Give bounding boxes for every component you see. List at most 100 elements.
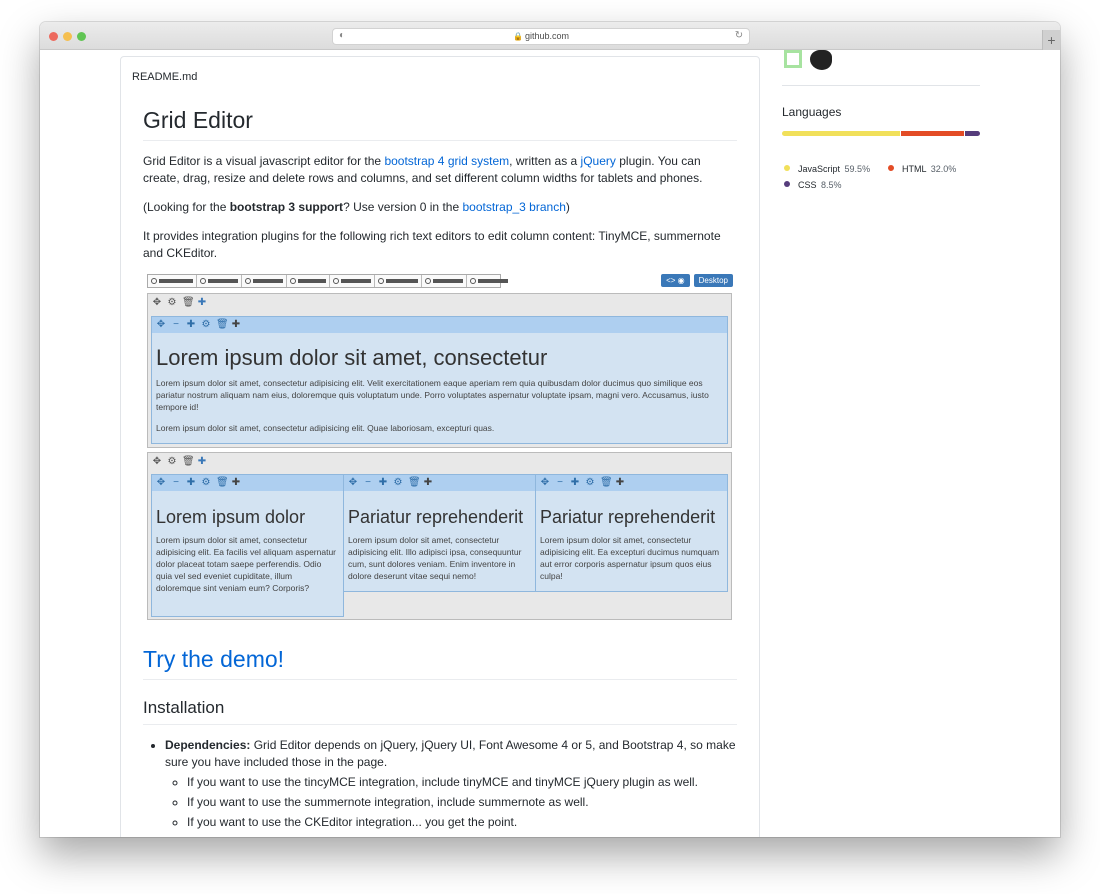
trash-icon[interactable]: 🗑 — [216, 477, 229, 489]
layout-button[interactable] — [330, 275, 375, 287]
grid-column: ✥ − ✚ ⚙ 🗑 ✚ Pariatur reprehenderit Lorem ipsu… — [535, 474, 728, 592]
plus-icon[interactable]: ✚ — [570, 477, 580, 489]
move-icon[interactable]: ✥ — [152, 297, 162, 309]
sub-list-item: If you want to use the CKEditor integrat… — [187, 814, 737, 831]
sub-list: If you want to use the tincyMCE integrat… — [165, 774, 737, 831]
address-text: 🔒 github.com — [333, 31, 749, 41]
minus-icon[interactable]: − — [171, 319, 181, 331]
desktop-button[interactable]: Desktop — [693, 274, 733, 287]
layout-button[interactable] — [148, 275, 197, 287]
layout-button[interactable] — [467, 275, 511, 287]
bootstrap3-branch-link[interactable]: bootstrap_3 branch — [462, 200, 565, 214]
grid-column: ✥ − ✚ ⚙ 🗑 ✚ Pariatur reprehenderit Lorem ipsu… — [343, 474, 536, 592]
column-text: Lorem ipsum dolor sit amet, consectetur … — [348, 535, 522, 581]
move-icon[interactable]: ✥ — [348, 477, 358, 489]
minus-icon[interactable]: − — [363, 477, 373, 489]
bootstrap3-paragraph: (Looking for the bootstrap 3 support? Us… — [143, 199, 737, 216]
lock-icon: 🔒 — [513, 32, 523, 41]
layout-button[interactable] — [242, 275, 287, 287]
column-text: Lorem ipsum dolor sit amet, consectetur … — [156, 378, 709, 412]
languages-bar — [782, 131, 980, 136]
language-percent: 8.5% — [821, 180, 842, 190]
row-tools: ✥ ⚙ 🗑 ✚ — [148, 294, 731, 312]
trash-icon[interactable]: 🗑 — [182, 456, 195, 468]
gear-icon[interactable]: ⚙ — [167, 297, 177, 309]
readme-box: README.md Grid Editor Grid Editor is a v… — [120, 56, 760, 837]
plus-icon[interactable]: ✚ — [186, 319, 196, 331]
gear-icon[interactable]: ⚙ — [585, 477, 595, 489]
trash-icon[interactable]: 🗑 — [216, 319, 229, 331]
gear-icon[interactable]: ⚙ — [393, 477, 403, 489]
gear-icon[interactable]: ⚙ — [201, 319, 211, 331]
avatar[interactable] — [784, 50, 802, 68]
close-window-button[interactable] — [49, 32, 58, 41]
dependencies-label: Dependencies: — [165, 738, 251, 752]
intro-text-2: , written as a — [509, 154, 581, 168]
address-url: github.com — [524, 31, 569, 41]
demo-heading: Try the demo! — [143, 646, 737, 680]
page-content: README.md Grid Editor Grid Editor is a v… — [40, 50, 1060, 837]
grid-editor-screenshot: <> ◉ Desktop ✥ ⚙ 🗑 ✚ ✥ − ✚ ⚙ 🗑 ✚ Lorem ipsum dol… — [143, 274, 733, 624]
maximize-window-button[interactable] — [77, 32, 86, 41]
readme-filename: README.md — [132, 71, 198, 83]
language-bar-segment — [965, 131, 980, 136]
sub-list-item: If you want to use the summernote integr… — [187, 794, 737, 811]
minimize-window-button[interactable] — [63, 32, 72, 41]
grid-column: ✥ − ✚ ⚙ 🗑 ✚ Lorem ipsum dolor sit amet, conse… — [151, 316, 728, 444]
add-row-icon[interactable]: ✚ — [423, 477, 433, 489]
new-tab-button[interactable]: + — [1042, 30, 1060, 50]
column-tools: ✥ − ✚ ⚙ 🗑 ✚ — [152, 317, 727, 333]
trash-icon[interactable]: 🗑 — [408, 477, 421, 489]
list-item: Dependencies: Grid Editor depends on jQu… — [165, 737, 737, 831]
b3-text-3: ) — [565, 200, 570, 214]
try-demo-link[interactable]: Try the demo! — [143, 646, 284, 672]
language-name: CSS — [798, 180, 817, 190]
language-item[interactable]: CSS 8.5% — [784, 180, 842, 190]
plus-icon[interactable]: ✚ — [186, 477, 196, 489]
reload-icon[interactable]: ↻ — [733, 30, 745, 42]
move-icon[interactable]: ✥ — [540, 477, 550, 489]
move-icon[interactable]: ✥ — [156, 319, 166, 331]
language-item[interactable]: JavaScript 59.5% — [784, 164, 870, 174]
address-bar[interactable]: ◐ 🔒 github.com ↻ — [332, 28, 750, 45]
add-row-icon[interactable]: ✚ — [231, 319, 241, 331]
source-view-button[interactable]: <> ◉ — [661, 274, 690, 287]
readme-article: Grid Editor Grid Editor is a visual java… — [143, 107, 737, 831]
language-item[interactable]: HTML 32.0% — [888, 164, 956, 174]
move-icon[interactable]: ✥ — [152, 456, 162, 468]
title-bar: ◐ 🔒 github.com ↻ + — [40, 22, 1060, 50]
minus-icon[interactable]: − — [171, 477, 181, 489]
b3-bold: bootstrap 3 support — [229, 200, 344, 214]
language-color-dot — [784, 181, 790, 187]
layout-button[interactable] — [197, 275, 242, 287]
jquery-link[interactable]: jQuery — [581, 154, 616, 168]
languages-title: Languages — [782, 105, 842, 119]
trash-icon[interactable]: 🗑 — [182, 297, 195, 309]
language-bar-segment — [900, 131, 965, 136]
minus-icon[interactable]: − — [555, 477, 565, 489]
grid-row-2: ✥ ⚙ 🗑 ✚ ✥ − ✚ ⚙ 🗑 ✚ Lorem ipsum dolor Lorem ipsu… — [147, 452, 732, 620]
column-text: Lorem ipsum dolor sit amet, consectetur … — [156, 423, 495, 433]
divider — [782, 85, 980, 86]
layout-button[interactable] — [287, 275, 330, 287]
trash-icon[interactable]: 🗑 — [600, 477, 613, 489]
layout-button[interactable] — [375, 275, 422, 287]
add-icon[interactable]: ✚ — [197, 297, 207, 309]
column-heading: Lorem ipsum dolor — [156, 507, 306, 527]
column-tools: ✥ − ✚ ⚙ 🗑 ✚ — [152, 475, 343, 491]
language-color-dot — [888, 165, 894, 171]
plus-icon[interactable]: ✚ — [378, 477, 388, 489]
gear-icon[interactable]: ⚙ — [201, 477, 211, 489]
move-icon[interactable]: ✥ — [156, 477, 166, 489]
add-row-icon[interactable]: ✚ — [615, 477, 625, 489]
add-icon[interactable]: ✚ — [197, 456, 207, 468]
avatar[interactable] — [810, 50, 832, 70]
installation-heading: Installation — [143, 698, 737, 725]
integration-paragraph: It provides integration plugins for the … — [143, 229, 721, 260]
layout-button[interactable] — [422, 275, 467, 287]
add-row-icon[interactable]: ✚ — [231, 477, 241, 489]
gear-icon[interactable]: ⚙ — [167, 456, 177, 468]
bootstrap-grid-link[interactable]: bootstrap 4 grid system — [384, 154, 509, 168]
column-heading: Pariatur reprehenderit — [540, 507, 716, 527]
sub-list-item: If you want to use the tincyMCE integrat… — [187, 774, 737, 791]
